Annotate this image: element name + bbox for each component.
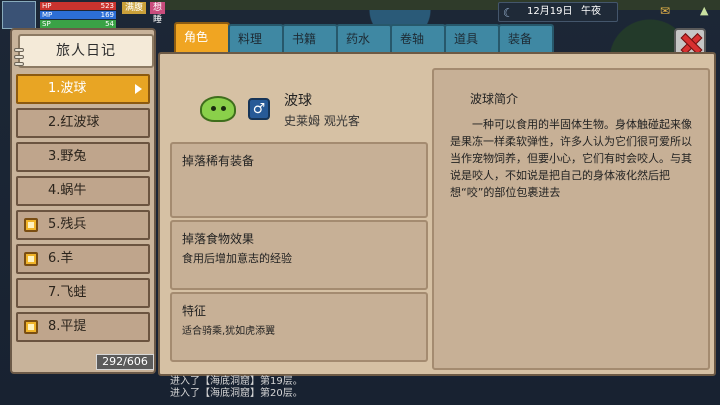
hp-label: HP — [42, 2, 52, 10]
hp-value: 523 — [100, 2, 114, 10]
diary-title-text: 旅人日记 — [56, 43, 116, 59]
log-line: 进入了【海底洞窟】第19层。 — [170, 376, 303, 387]
creature-list-item[interactable]: 8.平提 — [16, 312, 150, 342]
creature-list-label: 2.红波球 — [48, 115, 100, 130]
rare-badge-icon — [24, 320, 38, 334]
creature-list-item[interactable]: 4.蜗牛 — [16, 176, 150, 206]
diary-title: 旅人日记 — [14, 34, 154, 68]
slime-portrait-icon — [200, 96, 236, 122]
male-gender-icon: ♂ — [248, 98, 270, 120]
creature-list-item[interactable]: 3.野兔 — [16, 142, 150, 172]
diary-sidebar: 旅人日记 1.波球 2.红波球 3.野兔 4.蜗牛 5.残兵 6.羊 7.飞蛙 8.平提 29… — [10, 28, 156, 374]
creature-list-label: 5.残兵 — [48, 217, 87, 232]
status-sleepy-badge: 想睡 — [150, 2, 166, 25]
creature-list-item[interactable]: 2.红波球 — [16, 108, 150, 138]
traits-title: 特征 — [182, 304, 207, 318]
moon-icon: ☾ — [503, 6, 514, 20]
log-line: 进入了【海底洞窟】第20层。 — [170, 388, 303, 399]
description-card: 波球简介 一种可以食用的半固体生物。身体触碰起来像是果冻一样柔软弹性，许多人认为… — [432, 68, 710, 370]
category-tabs: 角色 料理 书籍 药水 卷轴 道具 装备 — [174, 22, 674, 52]
creature-list-label: 6.羊 — [48, 251, 74, 266]
description-title: 波球简介 — [470, 92, 519, 106]
mp-value: 169 — [100, 11, 114, 19]
creature-list-item[interactable]: 5.残兵 — [16, 210, 150, 240]
creature-list-label: 8.平提 — [48, 319, 87, 334]
creature-name: 波球 — [284, 93, 312, 109]
tab-6[interactable]: 装备 — [498, 24, 554, 52]
creature-list-label: 7.飞蛙 — [48, 285, 87, 300]
hp-bar: HP 523 — [40, 2, 116, 10]
signal-icon: ▲ — [700, 4, 709, 17]
creature-list-item[interactable]: 7.飞蛙 — [16, 278, 150, 308]
tab-1[interactable]: 料理 — [228, 24, 284, 52]
discovery-count: 292/606 — [96, 354, 154, 370]
tab-2[interactable]: 书籍 — [282, 24, 338, 52]
rare-drops-title: 掉落稀有装备 — [182, 154, 255, 168]
creature-subtitle: 史莱姆 观光客 — [284, 114, 360, 128]
creature-list[interactable]: 1.波球 2.红波球 3.野兔 4.蜗牛 5.残兵 6.羊 7.飞蛙 8.平提 — [12, 74, 154, 344]
traits-card: 特征 适合骑乘,犹如虎添翼 — [170, 292, 428, 362]
food-effect-card: 掉落食物效果 食用后增加意志的经验 — [170, 220, 428, 290]
description-body: 一种可以食用的半固体生物。身体触碰起来像是果冻一样柔软弹性，许多人认为它们很可爱… — [450, 118, 692, 199]
mp-label: MP — [42, 11, 53, 19]
food-effect-title: 掉落食物效果 — [182, 232, 255, 246]
tab-5[interactable]: 道具 — [444, 24, 500, 52]
tab-3[interactable]: 药水 — [336, 24, 392, 52]
rare-badge-icon — [24, 252, 38, 266]
traits-body: 适合骑乘,犹如虎添翼 — [182, 326, 276, 337]
notification-icon[interactable]: ✉ — [660, 4, 674, 18]
creature-list-label: 1.波球 — [48, 81, 87, 96]
date-time-display: ☾ 12月19日 午夜 — [498, 2, 618, 22]
creature-detail-page: ♂ 波球 史莱姆 观光客 掉落稀有装备 掉落食物效果 食用后增加意志的经验 特征… — [158, 52, 716, 376]
tab-0[interactable]: 角色 — [174, 22, 230, 52]
message-log: 进入了【海底洞窟】第19层。 进入了【海底洞窟】第20层。 — [170, 376, 470, 400]
creature-header: ♂ 波球 史莱姆 观光客 — [170, 62, 428, 146]
tab-4[interactable]: 卷轴 — [390, 24, 446, 52]
mp-bar: MP 169 — [40, 11, 116, 19]
creature-list-label: 3.野兔 — [48, 149, 87, 164]
date-text: 12月19日 — [527, 6, 573, 17]
map-tile-strip — [150, 0, 720, 10]
spiral-binding-icon — [14, 48, 24, 68]
creature-list-item[interactable]: 1.波球 — [16, 74, 150, 104]
status-full-badge: 满腹 — [122, 2, 147, 14]
travel-diary-window: 旅人日记 1.波球 2.红波球 3.野兔 4.蜗牛 5.残兵 6.羊 7.飞蛙 8.平提 29… — [4, 22, 716, 378]
rare-drops-card: 掉落稀有装备 — [170, 142, 428, 218]
creature-list-item[interactable]: 6.羊 — [16, 244, 150, 274]
food-effect-body: 食用后增加意志的经验 — [182, 252, 292, 265]
time-of-day-text: 午夜 — [581, 6, 601, 17]
creature-list-label: 4.蜗牛 — [48, 183, 87, 198]
rare-badge-icon — [24, 218, 38, 232]
